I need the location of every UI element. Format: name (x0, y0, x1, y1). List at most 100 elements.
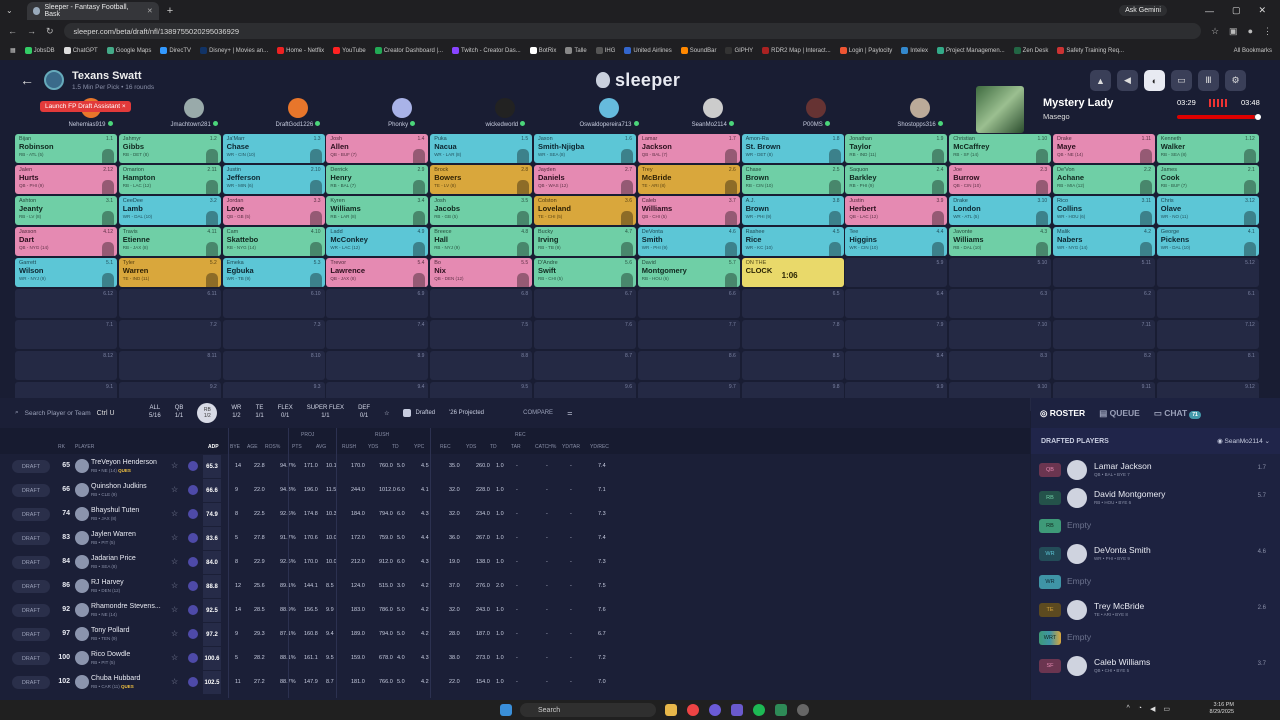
draft-button[interactable]: DRAFT (12, 460, 50, 473)
empty-pick-cell[interactable]: 8.10 (222, 351, 325, 380)
pick-cell[interactable]: Tyler Warren TE - IND (11) 5.2 (118, 258, 221, 287)
empty-pick-cell[interactable]: 6.4 (845, 289, 948, 318)
table-row[interactable]: DRAFT 92 Rhamondre Stevens... RB • NE (14) ☆… (0, 599, 1030, 622)
empty-pick-cell[interactable]: 6.2 (1053, 289, 1155, 318)
column-header[interactable]: TAR (511, 444, 521, 450)
roster-user-select[interactable]: ◉ SeanMo2114 ⌄ (1217, 437, 1270, 445)
column-header[interactable]: RUSH (342, 444, 356, 450)
bookmark-item[interactable]: Disney+ | Movies an... (200, 47, 268, 54)
pick-cell[interactable]: Jordan Love QB - GB (5) 3.3 (222, 196, 325, 225)
minimize-icon[interactable]: — (1205, 6, 1214, 16)
column-header[interactable]: TD (490, 444, 497, 450)
empty-pick-cell[interactable]: 8.11 (118, 351, 221, 380)
column-header[interactable]: ADP (208, 444, 219, 450)
compare-button[interactable]: COMPARE (523, 410, 553, 416)
pick-cell[interactable]: Rashee Rice WR - KC (10) 4.5 (741, 227, 844, 256)
pick-cell[interactable]: Jonathan Taylor RB - IND (11) 1.9 (845, 134, 948, 163)
pick-cell[interactable]: Tee Higgins WR - CIN (10) 4.4 (845, 227, 948, 256)
pick-cell[interactable]: Emeka Egbuka WR - TB (9) 5.3 (222, 258, 325, 287)
empty-pick-cell[interactable]: 5.9 (845, 258, 948, 287)
pick-cell[interactable]: DeVonta Smith WR - PHI (9) 4.6 (637, 227, 740, 256)
bookmark-item[interactable]: Home - Netflix (277, 47, 324, 54)
pick-cell[interactable]: Kenneth Walker RB - SEA (8) 1.12 (1156, 134, 1259, 163)
pick-cell[interactable]: Bo Nix QB - DEN (12) 5.5 (430, 258, 533, 287)
pick-cell[interactable]: CeeDee Lamb WR - DAL (10) 3.2 (118, 196, 221, 225)
pick-cell[interactable]: Jahmyr Gibbs RB - DET (8) 1.2 (118, 134, 221, 163)
fp-close-icon[interactable]: × (122, 103, 126, 110)
draft-button[interactable]: DRAFT (12, 676, 50, 689)
settings-gear-icon[interactable]: ⚙ (1225, 70, 1246, 91)
column-header[interactable]: YD/REC (590, 444, 609, 450)
pick-cell[interactable]: Ashton Jeanty RB - LV (8) 3.1 (15, 196, 117, 225)
player-name[interactable]: Quinshon Judkins (91, 483, 147, 490)
roster-slot[interactable]: WR Empty (1031, 568, 1280, 596)
pick-cell[interactable]: Malik Nabers WR - NYG (14) 4.2 (1053, 227, 1155, 256)
draft-button[interactable]: DRAFT (12, 652, 50, 665)
bookmark-item[interactable]: United Airlines (624, 47, 672, 54)
empty-pick-cell[interactable]: 6.12 (15, 289, 117, 318)
pick-cell[interactable]: Drake London WR - ATL (5) 3.10 (949, 196, 1052, 225)
apps-icon[interactable]: ▦ (10, 47, 16, 54)
start-icon[interactable] (500, 704, 512, 716)
bookmark-item[interactable]: ChatGPT (63, 47, 98, 54)
forward-icon[interactable]: → (27, 26, 36, 36)
back-icon[interactable]: ← (8, 26, 17, 36)
pick-cell[interactable]: Justin Herbert QB - LAC (12) 3.9 (845, 196, 948, 225)
pick-cell[interactable]: Jayden Daniels QB - WAS (12) 2.7 (534, 165, 636, 194)
pick-cell[interactable]: Chris Olave WR - NO (11) 3.12 (1156, 196, 1259, 225)
pick-cell[interactable]: Omarion Hampton RB - LAC (12) 2.11 (118, 165, 221, 194)
pick-cell[interactable]: De'Von Achane RB - MIA (12) 2.2 (1053, 165, 1155, 194)
taskbar-search[interactable]: Search (520, 703, 656, 717)
filter-super-flex[interactable]: SUPER FLEX 1/1 (307, 405, 344, 421)
bookmark-item[interactable]: IHG (595, 47, 615, 54)
empty-pick-cell[interactable]: 5.10 (949, 258, 1052, 287)
empty-pick-cell[interactable]: 6.9 (326, 289, 429, 318)
empty-pick-cell[interactable]: 7.6 (534, 320, 636, 349)
pick-cell[interactable]: Puka Nacua WR - LAR (8) 1.5 (430, 134, 533, 163)
add-to-queue-icon[interactable] (188, 485, 198, 495)
table-row[interactable]: DRAFT 65 TreVeyon Henderson RB • NE (14) QU… (0, 455, 1030, 478)
pick-cell[interactable]: Josh Allen QB - BUF (7) 1.4 (326, 134, 429, 163)
bookmark-item[interactable]: Zen Desk (1013, 47, 1048, 54)
projection-select[interactable]: '26 Projected (449, 410, 509, 416)
all-bookmarks[interactable]: All Bookmarks (1234, 48, 1280, 54)
filter-qb[interactable]: QB 1/1 (175, 405, 184, 421)
manager-slot[interactable]: Shostopps316 (869, 98, 972, 128)
add-to-queue-icon[interactable] (188, 629, 198, 639)
column-header[interactable]: BYE (230, 444, 240, 450)
roster-slot[interactable]: RB David Montgomery RB • HOU • BYE 6 5.7 (1031, 484, 1280, 512)
bookmark-item[interactable]: Talle (565, 47, 587, 54)
favorite-star-icon[interactable]: ☆ (171, 485, 178, 494)
empty-pick-cell[interactable]: 6.1 (1156, 289, 1259, 318)
column-header[interactable]: TD (392, 444, 399, 450)
empty-pick-cell[interactable]: 8.12 (15, 351, 117, 380)
roster-slot[interactable]: QB Lamar Jackson QB • BAL • BYE 7 1.7 (1031, 456, 1280, 484)
pick-cell[interactable]: Joe Burrow QB - CIN (10) 2.3 (949, 165, 1052, 194)
volume-icon[interactable]: ◀ (1150, 705, 1155, 713)
bookmark-item[interactable]: Twitch - Creator Das... (452, 47, 521, 54)
player-name[interactable]: Tony Pollard (91, 627, 130, 634)
empty-pick-cell[interactable]: 7.10 (949, 320, 1052, 349)
columns-icon[interactable]: Ⅲ (1198, 70, 1219, 91)
empty-pick-cell[interactable]: 7.9 (845, 320, 948, 349)
empty-pick-cell[interactable]: 6.7 (534, 289, 636, 318)
table-row[interactable]: DRAFT 66 Quinshon Judkins RB • CLE (9) ☆ 66.6… (0, 479, 1030, 502)
pick-cell[interactable]: Drake Maye QB - NE (14) 1.11 (1053, 134, 1155, 163)
manager-slot[interactable]: wickedworld (454, 98, 557, 128)
pick-cell[interactable]: Breece Hall RB - NYJ (9) 4.8 (430, 227, 533, 256)
empty-pick-cell[interactable]: 6.3 (949, 289, 1052, 318)
table-row[interactable]: DRAFT 86 RJ Harvey RB • DEN (12) ☆ 88.8 12 25.6… (0, 575, 1030, 598)
empty-pick-cell[interactable]: 7.5 (430, 320, 533, 349)
bookmark-item[interactable]: DirecTV (160, 47, 191, 54)
column-header[interactable]: YD/TAR (562, 444, 580, 450)
bookmark-item[interactable]: RDR2 Map | Interact... (762, 47, 831, 54)
new-tab-button[interactable]: + (167, 5, 173, 17)
pick-cell[interactable]: Justin Jefferson WR - MIN (6) 2.10 (222, 165, 325, 194)
player-name[interactable]: Rico Dowdle (91, 651, 130, 658)
bookmark-item[interactable]: SoundBar (680, 47, 716, 54)
on-the-clock-cell[interactable]: ON THE CLOCK 1:06 (741, 258, 844, 287)
tab-search-icon[interactable]: ⌄ (6, 6, 13, 15)
add-to-queue-icon[interactable] (188, 533, 198, 543)
empty-pick-cell[interactable]: 8.6 (637, 351, 740, 380)
filter-def[interactable]: DEF 0/1 (358, 405, 370, 421)
